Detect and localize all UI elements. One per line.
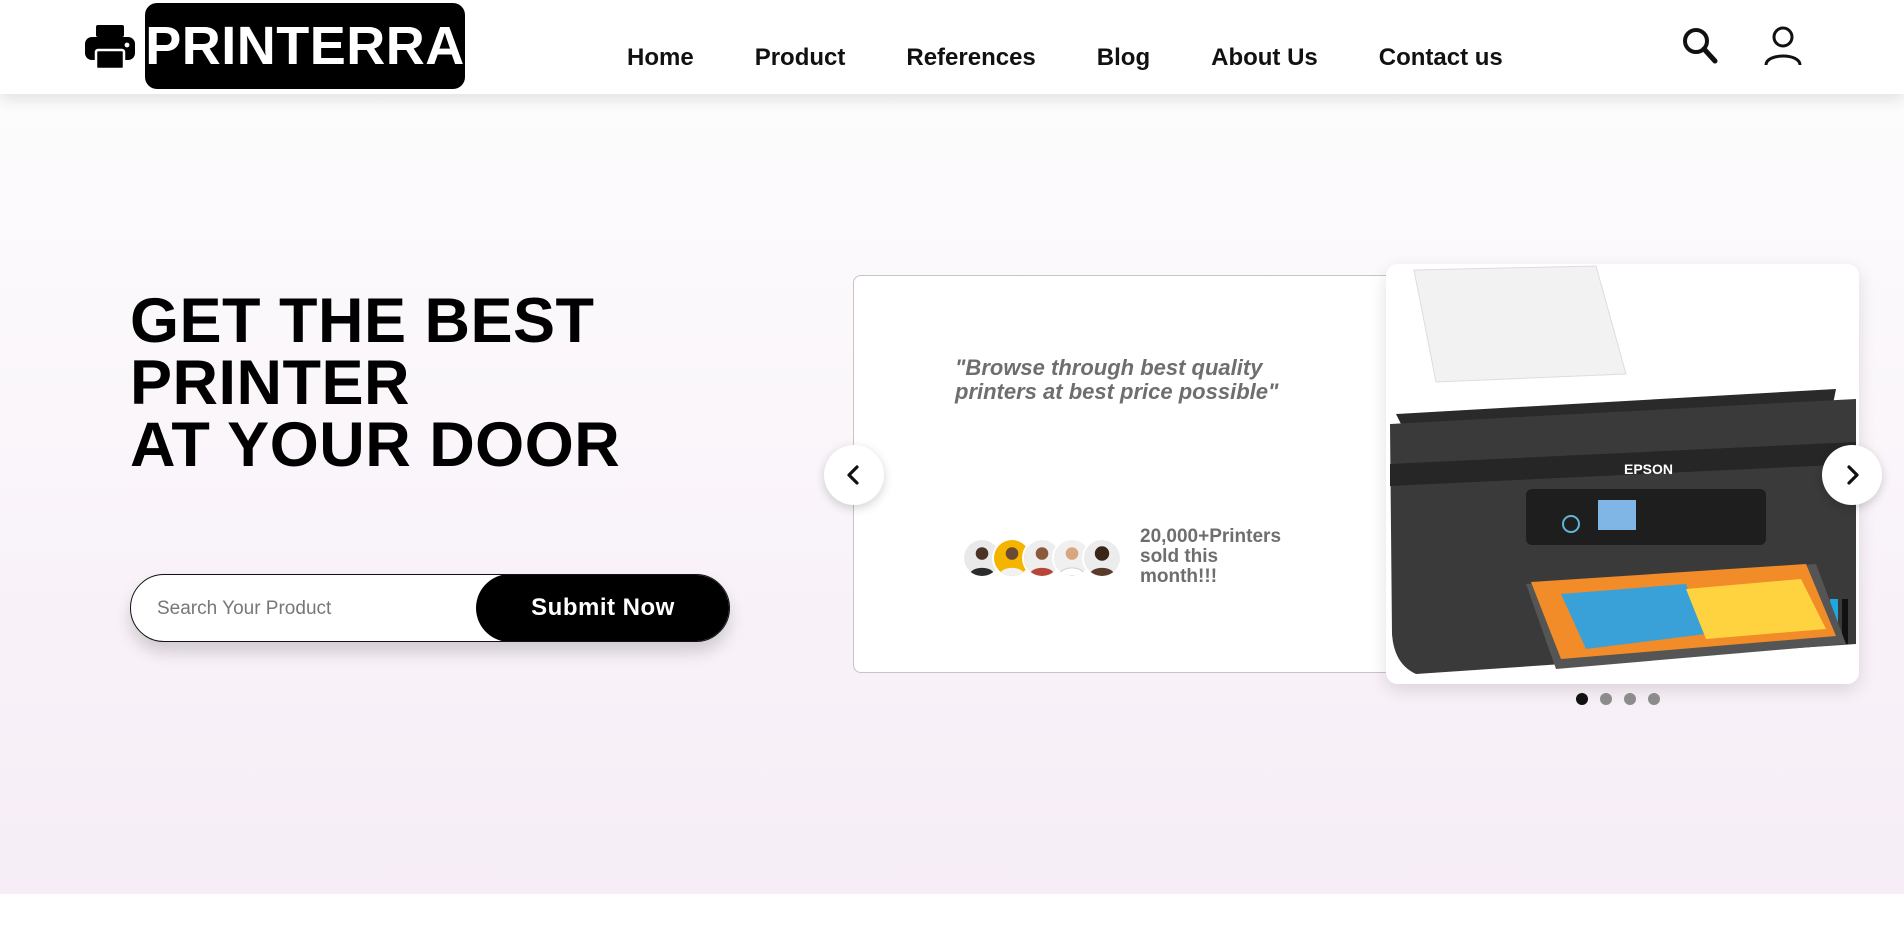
logo[interactable]: PRINTERRA [145, 3, 465, 89]
carousel-prev-button[interactable] [824, 445, 884, 505]
chevron-left-icon [847, 465, 859, 485]
carousel-quote: "Browse through best quality printers at… [955, 355, 1279, 404]
carousel-card: "Browse through best quality printers at… [853, 275, 1403, 673]
carousel-dot[interactable] [1648, 693, 1660, 705]
hero-section: GET THE BEST PRINTER AT YOUR DOOR Submit… [0, 94, 1904, 894]
carousel-dots [1576, 693, 1672, 705]
carousel-dot[interactable] [1624, 693, 1636, 705]
nav-blog[interactable]: Blog [1097, 44, 1150, 72]
site-header: PRINTERRA Home Product References Blog A… [0, 0, 1904, 94]
chevron-right-icon [1847, 465, 1859, 485]
nav-home[interactable]: Home [627, 44, 694, 72]
main-nav: Home Product References Blog About Us Co… [627, 44, 1503, 72]
search-icon[interactable] [1680, 24, 1722, 68]
printer-product-image[interactable]: EPSON [1386, 264, 1859, 684]
submit-now-button[interactable]: Submit Now [476, 575, 729, 641]
nav-about-us[interactable]: About Us [1211, 44, 1318, 72]
nav-references[interactable]: References [906, 44, 1035, 72]
carousel-dot[interactable] [1600, 693, 1612, 705]
headline-line: AT YOUR DOOR [130, 410, 621, 480]
printers-sold-text: 20,000+Printers sold this month!!! [1140, 526, 1282, 587]
headline-line: PRINTER [130, 348, 411, 418]
nav-product[interactable]: Product [755, 44, 846, 72]
printer-brand-label: EPSON [1624, 461, 1673, 477]
user-icon[interactable] [1762, 24, 1804, 68]
product-search-form: Submit Now [130, 574, 730, 642]
nav-contact-us[interactable]: Contact us [1379, 44, 1503, 72]
printer-icon [84, 24, 136, 71]
carousel-dot[interactable] [1576, 693, 1588, 705]
hero-headline: GET THE BEST PRINTER AT YOUR DOOR [130, 286, 621, 480]
carousel-next-button[interactable] [1822, 445, 1882, 505]
headline-line: GET THE BEST [130, 286, 595, 356]
avatar [1082, 538, 1122, 578]
